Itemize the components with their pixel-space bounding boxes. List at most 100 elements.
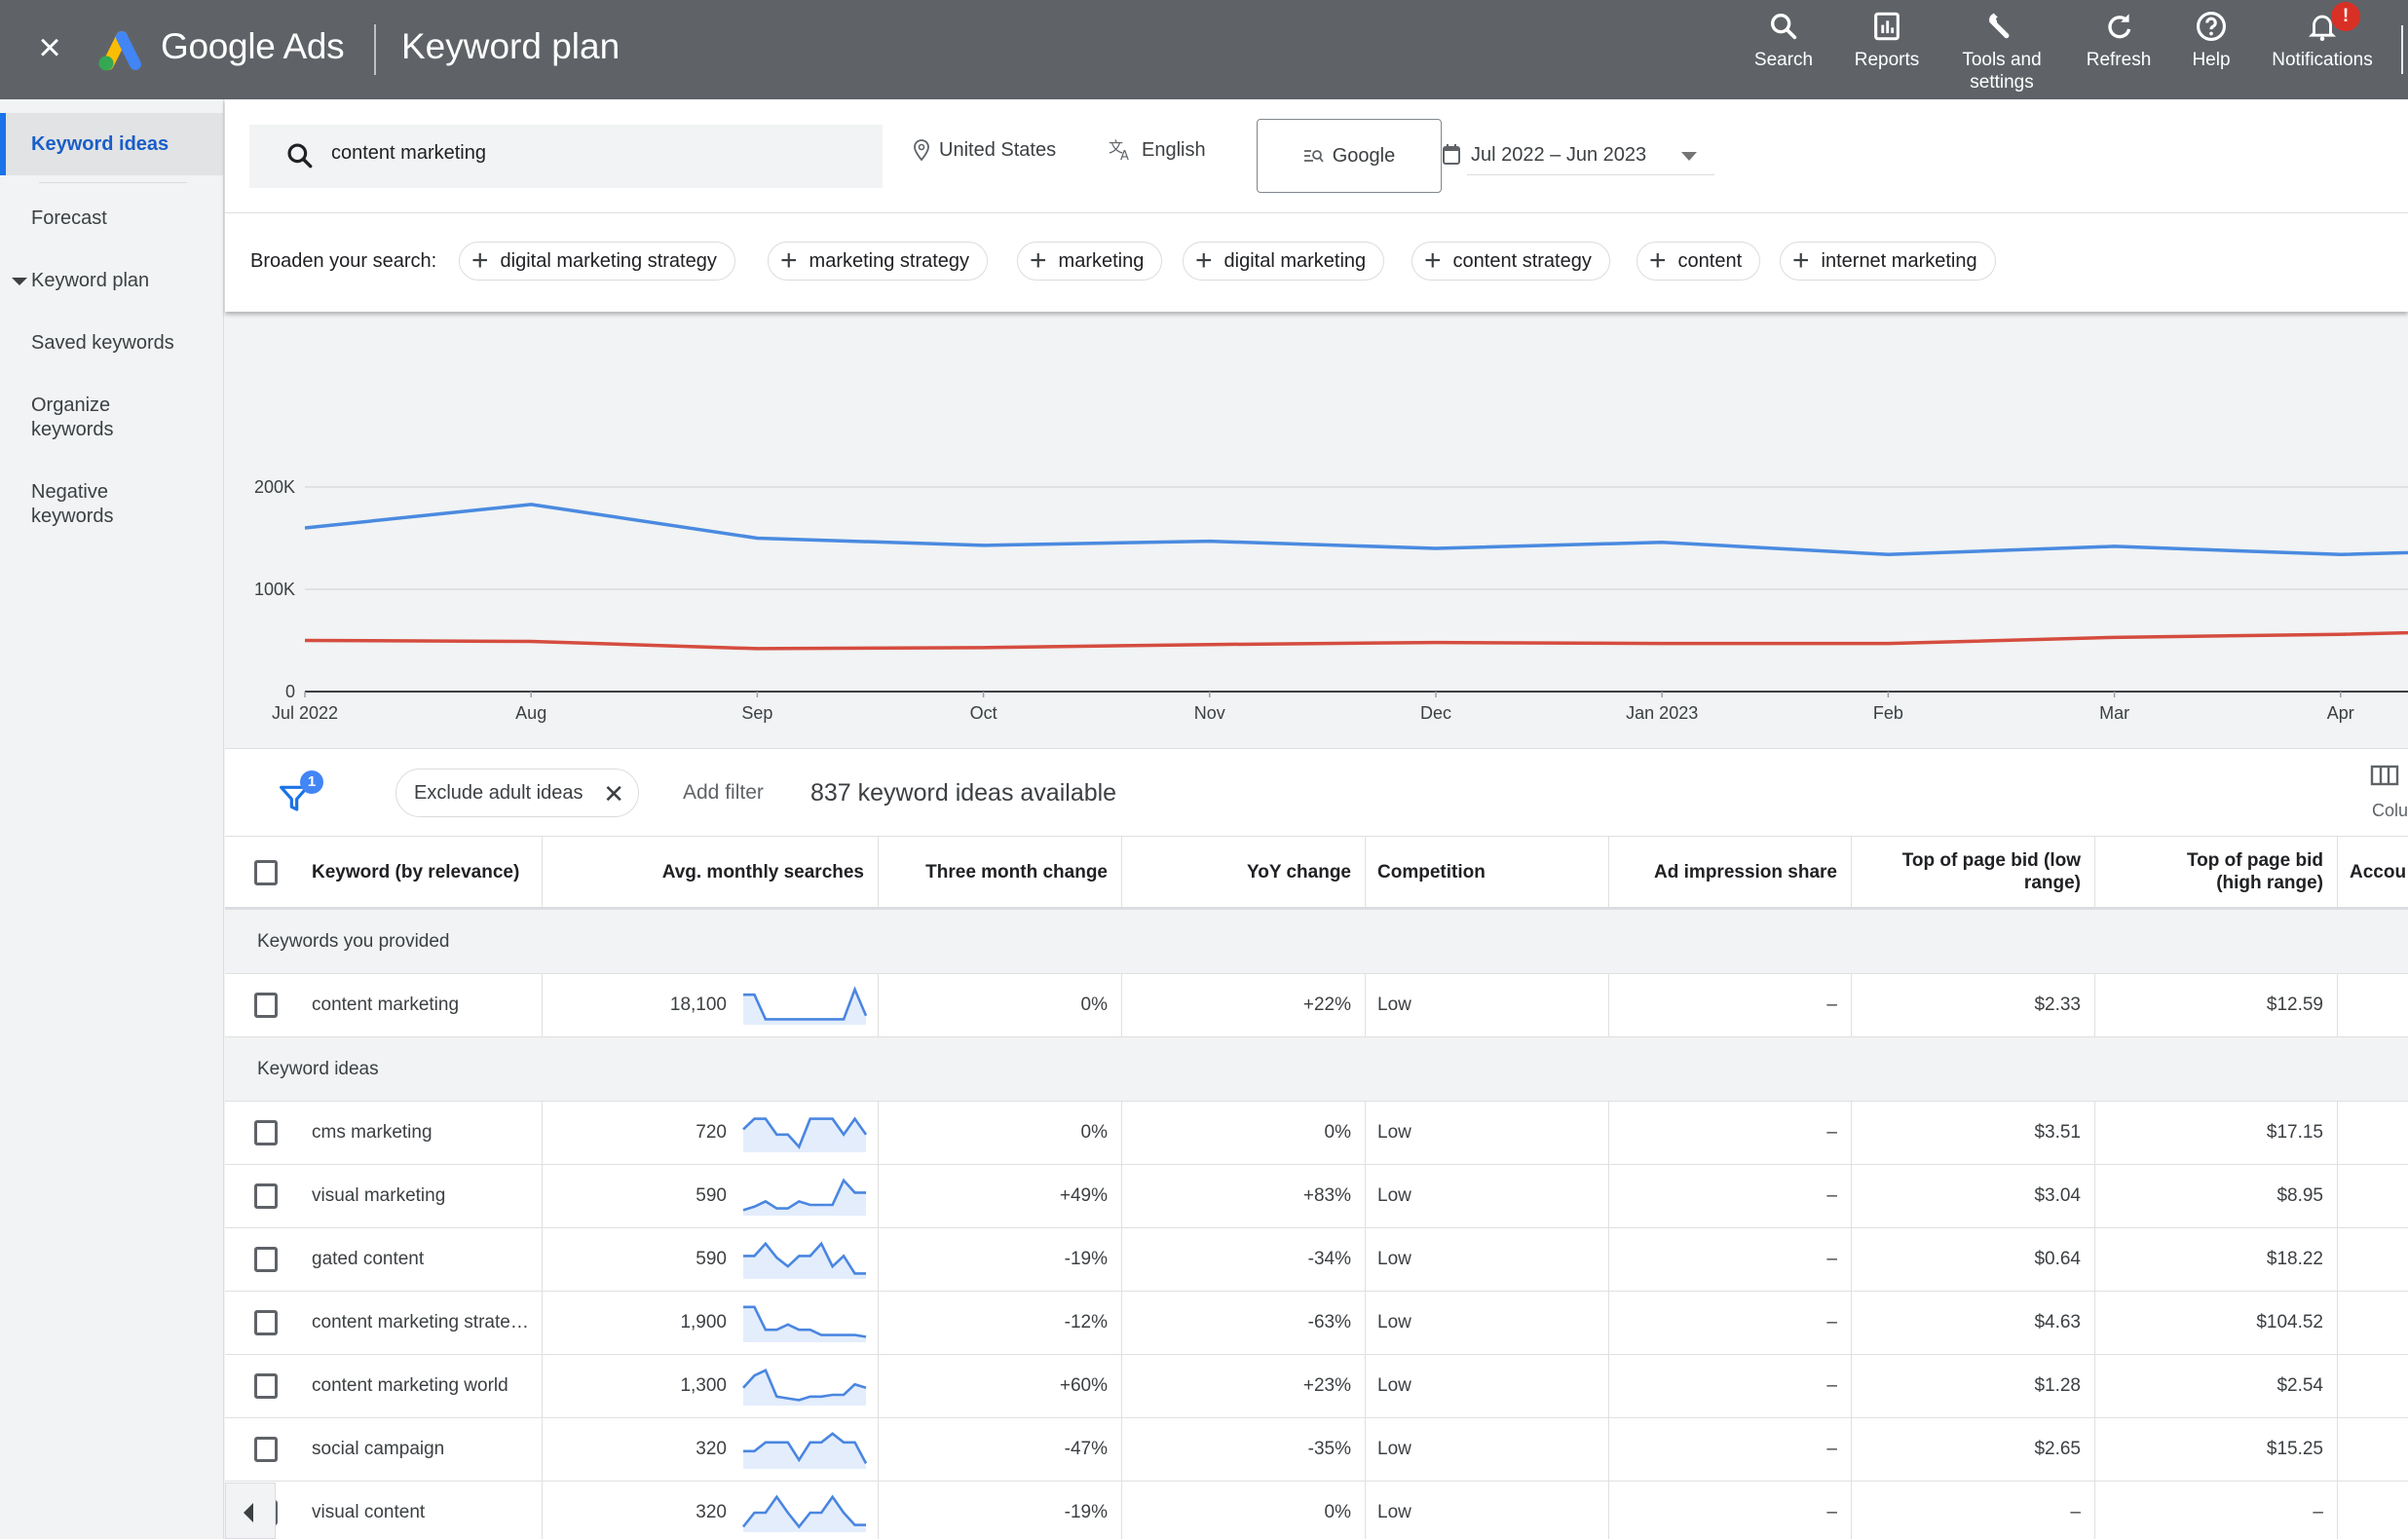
ad-impression-share-cell: – — [1609, 1355, 1852, 1417]
cell-value: $104.52 — [2256, 1312, 2323, 1333]
plus-icon: + — [780, 244, 798, 277]
keyword-text: content marketing strate… — [312, 1312, 529, 1333]
select-all-checkbox[interactable] — [254, 860, 278, 885]
sidebar-item-label: Forecast — [31, 207, 107, 229]
table-row[interactable]: content marketing 18,100 0% +22% Low – $2.33 $1… — [225, 974, 2408, 1037]
sidebar-item-organize-keywords[interactable]: Organize keywords — [0, 394, 146, 442]
topbar-divider — [2401, 25, 2403, 74]
filter-button[interactable]: 1 — [279, 770, 327, 819]
sidebar-item-keyword-ideas[interactable]: Keyword ideas — [0, 113, 223, 175]
series-line-total — [304, 503, 2408, 557]
language-selector[interactable]: 文A English — [1109, 138, 1206, 162]
page-title: Keyword plan — [401, 26, 621, 66]
broaden-search-label: Broaden your search: — [250, 250, 437, 272]
close-icon[interactable]: × — [33, 28, 66, 67]
yoy-change-column-header[interactable]: YoY change — [1122, 837, 1366, 907]
table-row[interactable]: social campaign 320 -47% -35% Low – $2.65 $15.2… — [225, 1418, 2408, 1482]
columns-button[interactable]: Colum — [2358, 764, 2408, 827]
scroll-left-button[interactable] — [225, 1483, 276, 1539]
table-row[interactable]: visual marketing 590 +49% +83% Low – $3.04 $8.9… — [225, 1165, 2408, 1228]
avg-monthly-searches-cell: 1,300 — [543, 1355, 879, 1417]
broaden-chip[interactable]: + internet marketing — [1780, 242, 1996, 281]
cell-value: $15.25 — [2266, 1439, 2323, 1459]
ad-impression-share-column-header[interactable]: Ad impression share — [1609, 837, 1852, 907]
avg-monthly-searches-cell: 590 — [543, 1165, 879, 1227]
chip-label: content strategy — [1452, 249, 1592, 272]
row-checkbox[interactable] — [254, 993, 278, 1018]
keyword-text: social campaign — [312, 1439, 445, 1459]
tools-settings-button[interactable]: Tools and settings — [1953, 10, 2051, 94]
location-selector[interactable]: United States — [912, 138, 1056, 162]
keyword-column-header[interactable]: Keyword (by relevance) — [225, 837, 543, 907]
row-checkbox[interactable] — [254, 1437, 278, 1462]
competition-cell: Low — [1366, 1292, 1609, 1354]
ad-impression-share-cell: – — [1609, 1482, 1852, 1539]
search-network-icon — [1303, 150, 1324, 163]
broaden-chip[interactable]: + marketing strategy — [768, 242, 989, 281]
remove-filter-icon[interactable]: ✕ — [603, 779, 624, 809]
exclude-adult-ideas-chip[interactable]: Exclude adult ideas ✕ — [395, 769, 639, 817]
bid-low-column-header[interactable]: Top of page bid (low range) — [1852, 837, 2095, 907]
broaden-chip[interactable]: + marketing — [1017, 242, 1163, 281]
refresh-button[interactable]: Refresh — [2080, 10, 2158, 71]
yoy-change-cell: -35% — [1122, 1418, 1366, 1481]
table-row[interactable]: content marketing world 1,300 +60% +23% Low –… — [225, 1355, 2408, 1418]
cell-value: -19% — [1064, 1502, 1108, 1522]
table-row[interactable]: gated content 590 -19% -34% Low – $0.64 $18.22 — [225, 1228, 2408, 1292]
sidebar-item-negative-keywords[interactable]: Negative keywords — [0, 480, 146, 529]
competition-cell: Low — [1366, 1418, 1609, 1481]
cell-value: Low — [1377, 995, 1411, 1015]
search-volume-chart: 0 100K 200K Jul 2022 Aug Sep Oct Nov Dec Jan 2023… — [225, 312, 2408, 748]
three-month-change-cell: 0% — [879, 974, 1122, 1036]
search-network-selector[interactable]: Google — [1257, 119, 1442, 193]
keyword-ideas-count: 837 keyword ideas available — [810, 779, 1117, 807]
add-filter-button[interactable]: Add filter — [683, 781, 764, 805]
sidebar-item-label: Organize keywords — [31, 394, 114, 440]
bid-high-column-header[interactable]: Top of page bid (high range) — [2095, 837, 2338, 907]
row-checkbox[interactable] — [254, 1120, 278, 1145]
sparkline-area — [743, 1370, 866, 1406]
keyword-search-input[interactable] — [331, 142, 838, 165]
sidebar-item-saved-keywords[interactable]: Saved keywords — [0, 331, 223, 356]
row-checkbox[interactable] — [254, 1373, 278, 1399]
x-tick-label: Apr — [2327, 703, 2354, 723]
google-ads-logo-icon — [98, 31, 141, 71]
avg-searches-column-header[interactable]: Avg. monthly searches — [543, 837, 879, 907]
row-checkbox[interactable] — [254, 1247, 278, 1272]
cell-value: -12% — [1064, 1312, 1108, 1333]
columns-label: Colum — [2372, 801, 2408, 820]
table-row[interactable]: cms marketing 720 0% 0% Low – $3.51 $17.15 — [225, 1102, 2408, 1165]
competition-cell: Low — [1366, 974, 1609, 1036]
cell-value: – — [1826, 1122, 1837, 1143]
cell-value: $18.22 — [2266, 1249, 2323, 1269]
keyword-search-box[interactable] — [249, 125, 883, 188]
competition-column-header[interactable]: Competition — [1366, 837, 1609, 907]
bid-high-cell: $18.22 — [2095, 1228, 2338, 1291]
row-checkbox[interactable] — [254, 1310, 278, 1335]
date-range-underline — [1467, 174, 1714, 175]
keyword-cell: cms marketing — [225, 1102, 543, 1164]
date-range-selector[interactable]: Jul 2022 – Jun 2023 — [1442, 134, 1714, 175]
table-row[interactable]: visual content 320 -19% 0% Low – – – — [225, 1482, 2408, 1539]
three-month-change-column-header[interactable]: Three month change — [879, 837, 1122, 907]
help-button[interactable]: Help — [2187, 10, 2236, 71]
header-label: Three month change — [925, 861, 1108, 882]
keyword-text: content marketing — [312, 995, 460, 1015]
ad-impression-share-cell: – — [1609, 1228, 1852, 1291]
bid-high-cell: $17.15 — [2095, 1102, 2338, 1164]
search-tool-button[interactable]: Search — [1749, 10, 1819, 71]
keyword-cell: visual marketing — [225, 1165, 543, 1227]
table-row[interactable]: content marketing strate… 1,900 -12% -63% Lo… — [225, 1292, 2408, 1355]
broaden-chip[interactable]: + content strategy — [1411, 242, 1610, 281]
reports-button[interactable]: Reports — [1846, 10, 1928, 71]
row-checkbox[interactable] — [254, 1183, 278, 1209]
broaden-chip[interactable]: + content — [1637, 242, 1761, 281]
sidebar-item-forecast[interactable]: Forecast — [0, 206, 223, 231]
sidebar-item-keyword-plan[interactable]: Keyword plan — [0, 269, 223, 293]
account-column-header[interactable]: Accou — [2338, 837, 2408, 907]
notifications-button[interactable]: Notifications ! — [2263, 2, 2382, 71]
bid-low-cell: – — [1852, 1482, 2095, 1539]
broaden-chip[interactable]: + digital marketing — [1183, 242, 1385, 281]
trend-sparkline — [742, 1494, 866, 1532]
broaden-chip[interactable]: + digital marketing strategy — [459, 242, 735, 281]
